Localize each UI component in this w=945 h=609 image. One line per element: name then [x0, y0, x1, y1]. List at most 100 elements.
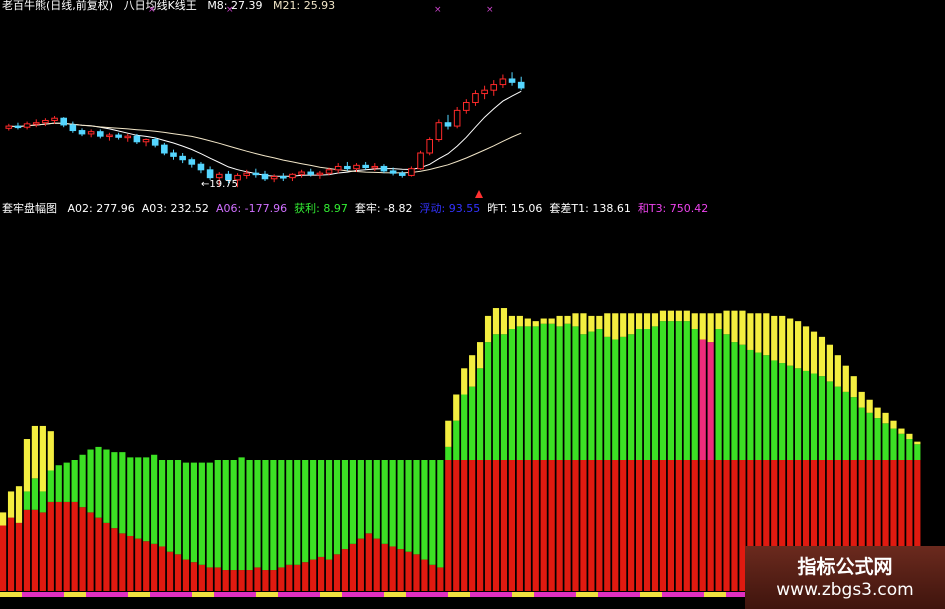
- bar-green: [500, 334, 508, 460]
- base-strip-segment: [0, 592, 22, 597]
- bar-red: [95, 517, 102, 591]
- bar-red: [492, 460, 500, 591]
- candle: [517, 81, 525, 89]
- bar-green: [612, 339, 619, 460]
- bar-yellow: [779, 315, 786, 364]
- candle: [5, 125, 13, 129]
- bar-red: [190, 562, 197, 591]
- bar-red: [508, 460, 515, 591]
- bar-red: [580, 460, 587, 591]
- watermark-title: 指标公式网: [797, 556, 893, 578]
- bar-green: [246, 460, 253, 571]
- bar-red: [389, 546, 396, 591]
- bar-yellow: [556, 315, 563, 327]
- base-strip-segment: [384, 592, 406, 597]
- bar-green: [469, 386, 476, 460]
- bar-green: [604, 336, 611, 460]
- bar-red: [596, 460, 603, 591]
- bar-green: [588, 331, 595, 460]
- bar-red: [278, 567, 285, 591]
- bar-green: [95, 446, 102, 518]
- bar-red: [341, 549, 349, 591]
- candle: [124, 135, 132, 139]
- bar-red: [365, 533, 372, 591]
- bar-green: [643, 329, 651, 460]
- bar-green: [254, 460, 261, 568]
- bar-green: [302, 460, 309, 563]
- candle: [353, 164, 360, 170]
- bar-yellow: [500, 308, 508, 335]
- candle: [344, 165, 351, 170]
- bar-green: [508, 329, 515, 460]
- bar-yellow: [612, 313, 619, 340]
- bar-green: [333, 460, 341, 555]
- bar-green: [341, 460, 349, 550]
- candle: [42, 119, 49, 124]
- bar-red: [731, 460, 738, 591]
- bar-red: [302, 562, 309, 591]
- bar-yellow: [795, 321, 802, 369]
- bar-green: [675, 321, 682, 460]
- candle: [508, 78, 516, 83]
- bar-green: [159, 460, 166, 547]
- bar-yellow: [906, 433, 913, 440]
- bar-yellow: [643, 313, 651, 329]
- bar-green: [707, 342, 714, 460]
- bar-yellow: [715, 313, 722, 329]
- bar-red: [222, 570, 229, 591]
- bar-yellow: [787, 318, 794, 366]
- bar-green: [31, 478, 38, 510]
- candle: [151, 139, 159, 146]
- bar-green: [190, 462, 197, 563]
- bar-green: [477, 368, 484, 460]
- site-watermark: 指标公式网 www.zbgs3.com: [745, 546, 945, 609]
- bar-green: [659, 321, 667, 460]
- bar-green: [461, 394, 468, 460]
- candle: [334, 165, 342, 171]
- candle: [142, 139, 150, 143]
- bar-green: [230, 460, 237, 571]
- bar-green: [596, 329, 603, 460]
- bar-red: [119, 533, 126, 591]
- bar-green: [747, 349, 754, 460]
- bar-green: [373, 460, 380, 539]
- bar-green: [874, 418, 881, 460]
- bar-green: [580, 334, 587, 460]
- candle: [280, 176, 287, 179]
- bar-yellow: [834, 355, 841, 387]
- bar-red: [453, 460, 460, 591]
- bar-green: [882, 423, 889, 460]
- bar-red: [238, 570, 245, 591]
- bar-red: [516, 460, 523, 591]
- bar-green: [858, 407, 865, 460]
- bar-yellow: [15, 486, 23, 523]
- bar-green: [914, 444, 921, 460]
- bar-red: [310, 559, 317, 591]
- bar-yellow: [667, 310, 674, 322]
- candle: [389, 170, 397, 174]
- bar-yellow: [771, 315, 778, 361]
- bar-yellow: [39, 425, 46, 492]
- bar-yellow: [691, 313, 698, 329]
- bar-red: [127, 535, 134, 591]
- bar-green: [55, 465, 62, 502]
- bar-yellow: [628, 313, 635, 335]
- bar-green: [135, 457, 142, 539]
- bar-yellow: [516, 315, 523, 327]
- bar-yellow: [651, 313, 659, 327]
- bar-red: [349, 543, 356, 591]
- candle: [69, 124, 77, 132]
- bar-green: [278, 460, 285, 568]
- bar-yellow: [532, 321, 539, 327]
- bar-red: [159, 546, 166, 591]
- bar-red: [477, 460, 484, 591]
- bar-green: [63, 462, 70, 502]
- bar-red: [0, 525, 7, 591]
- bar-yellow: [31, 425, 38, 479]
- bar-green: [802, 370, 810, 460]
- bar-yellow: [659, 310, 667, 322]
- bar-yellow: [842, 365, 849, 392]
- price-chart[interactable]: × × × ×: [0, 0, 945, 200]
- candle: [298, 171, 305, 175]
- bar-red: [7, 517, 15, 591]
